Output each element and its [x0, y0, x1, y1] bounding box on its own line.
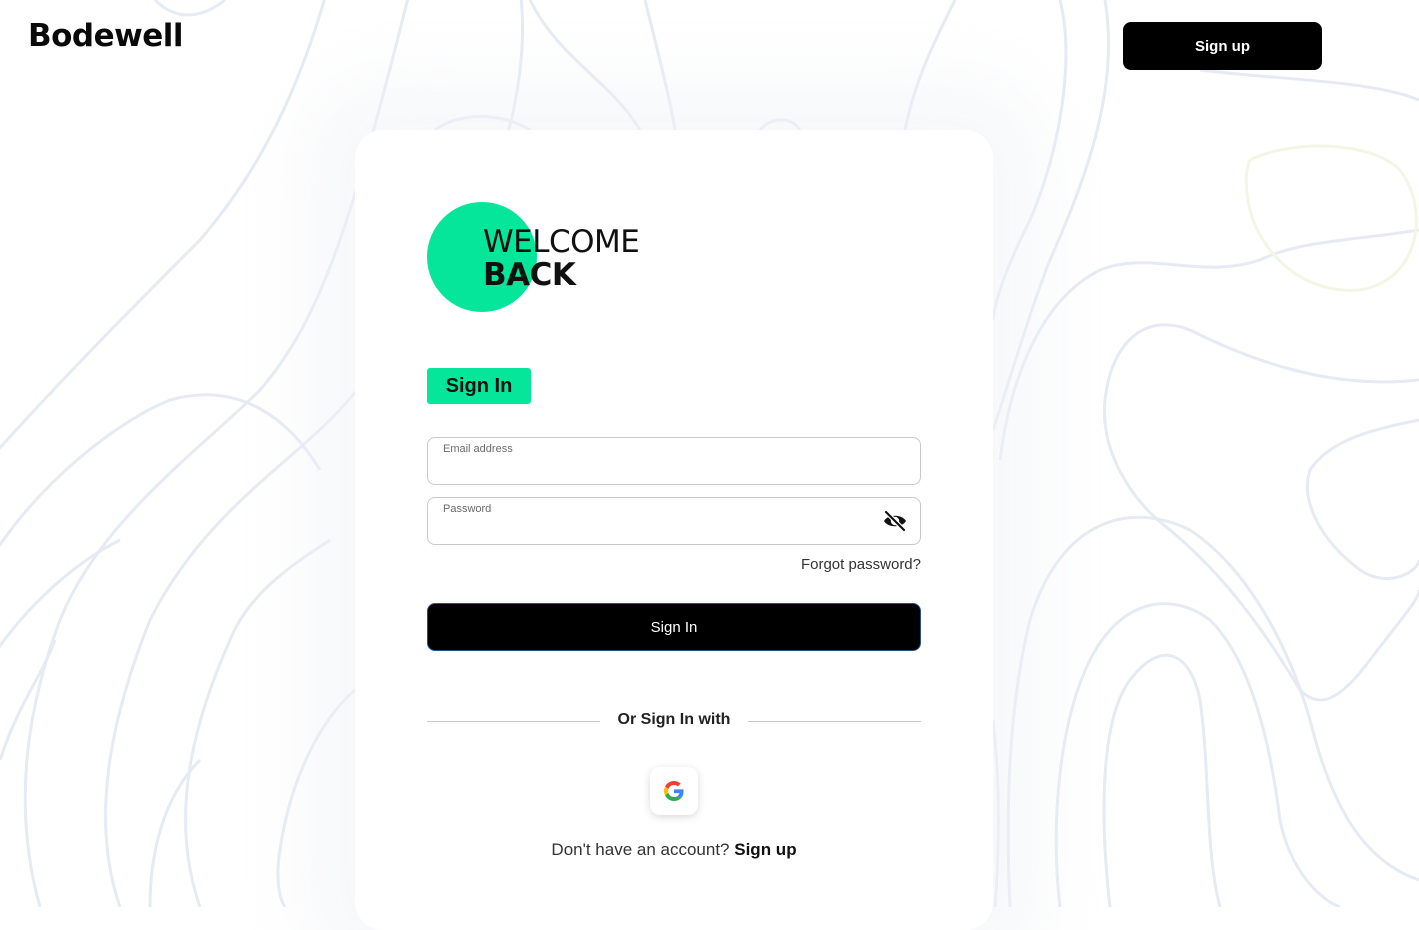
password-field[interactable]: Password	[427, 497, 921, 545]
password-input[interactable]	[443, 518, 867, 542]
eye-slash-icon[interactable]	[882, 509, 908, 533]
signin-submit-button[interactable]: Sign In	[427, 603, 921, 651]
forgot-password-link[interactable]: Forgot password?	[801, 556, 921, 573]
signin-heading: Sign In	[427, 368, 531, 404]
divider-right	[748, 721, 921, 722]
google-icon	[664, 781, 684, 801]
brand-logo: Bodewell	[28, 18, 184, 54]
email-input[interactable]	[443, 458, 867, 482]
or-signin-with-label: Or Sign In with	[617, 711, 731, 728]
signup-prompt-text: Don't have an account?	[551, 840, 730, 859]
welcome-title-line1: WELCOME	[483, 224, 640, 260]
password-field-label: Password	[443, 503, 492, 515]
welcome-title-line2: BACK	[483, 257, 576, 293]
email-field-label: Email address	[443, 443, 513, 455]
email-field[interactable]: Email address	[427, 437, 921, 485]
signup-link[interactable]: Sign up	[734, 840, 796, 859]
signup-prompt: Don't have an account? Sign up	[355, 840, 993, 860]
google-signin-button[interactable]	[650, 767, 698, 815]
divider-left	[427, 721, 600, 722]
header-signup-button[interactable]: Sign up	[1123, 22, 1322, 70]
